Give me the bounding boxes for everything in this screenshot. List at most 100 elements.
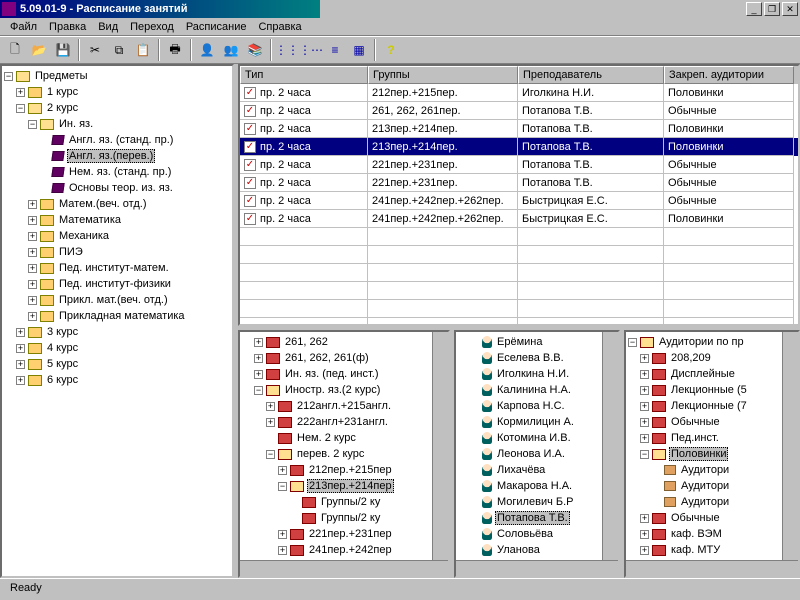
subjects-tree[interactable]: −Предметы+1 курс−2 курс−Ин. яз.Англ. яз.… — [0, 64, 234, 578]
group-node[interactable]: +221пер.+231пер — [242, 526, 446, 542]
tree-course[interactable]: +3 курс — [4, 324, 230, 340]
tree-dept[interactable]: +Математика — [4, 212, 230, 228]
rooms-tree[interactable]: −Аудитории по пр+208,209+Дисплейные+Лекц… — [624, 330, 800, 578]
teacher-node[interactable]: Карпова Н.С. — [458, 398, 616, 414]
cut-icon[interactable]: ✂ — [84, 39, 106, 61]
room-item[interactable]: Аудитори — [628, 462, 796, 478]
room-category[interactable]: +208,209 — [628, 350, 796, 366]
grid-row[interactable]: ✓пр. 2 часа212пер.+215пер.Иголкина Н.И.П… — [240, 84, 798, 102]
tree-course[interactable]: +5 курс — [4, 356, 230, 372]
group-node[interactable]: +212пер.+215пер — [242, 462, 446, 478]
details-icon[interactable]: ▦ — [348, 39, 370, 61]
column-header[interactable]: Закреп. аудитории — [664, 66, 794, 84]
menu-help[interactable]: Справка — [252, 20, 307, 34]
teacher-node[interactable]: Потапова Т.В. — [458, 510, 616, 526]
room-category[interactable]: −Половинки — [628, 446, 796, 462]
teacher-node[interactable]: Соловьёва — [458, 526, 616, 542]
person1-icon[interactable]: 👤 — [196, 39, 218, 61]
tree-dept[interactable]: +Пед. институт-физики — [4, 276, 230, 292]
tree-dept[interactable]: +Пед. институт-матем. — [4, 260, 230, 276]
group-node[interactable]: −перев. 2 курс — [242, 446, 446, 462]
teacher-node[interactable]: Лихачёва — [458, 462, 616, 478]
list3-icon[interactable]: ≡ — [324, 39, 346, 61]
tree-dept[interactable]: +Прикладная математика — [4, 308, 230, 324]
print-icon[interactable]: 🖶 — [164, 39, 186, 61]
tree-subject[interactable]: Англ. яз.(перев.) — [4, 148, 230, 164]
groups-tree[interactable]: +261, 262+261, 262, 261(ф)+Ин. яз. (пед.… — [238, 330, 450, 578]
room-category[interactable]: +каф. ВЭМ — [628, 526, 796, 542]
tree-root[interactable]: −Предметы — [4, 68, 230, 84]
room-category[interactable]: +Пед.инст. — [628, 430, 796, 446]
teacher-node[interactable]: Макарова Н.А. — [458, 478, 616, 494]
maximize-button[interactable]: ❐ — [764, 2, 780, 16]
grid-row[interactable]: ✓пр. 2 часа241пер.+242пер.+262пер.Быстри… — [240, 210, 798, 228]
group-node[interactable]: +212англ.+215англ. — [242, 398, 446, 414]
open-icon[interactable]: 📂 — [28, 39, 50, 61]
group-node[interactable]: +222англ+231англ. — [242, 414, 446, 430]
teacher-node[interactable]: Кормилицин А. — [458, 414, 616, 430]
menu-file[interactable]: Файл — [4, 20, 43, 34]
menu-view[interactable]: Вид — [92, 20, 124, 34]
column-header[interactable]: Тип — [240, 66, 368, 84]
group-node[interactable]: Группы/2 ку — [242, 510, 446, 526]
group-node[interactable]: Группы/2 ку — [242, 494, 446, 510]
tree-course[interactable]: +1 курс — [4, 84, 230, 100]
help-icon[interactable]: ? — [380, 39, 402, 61]
group-node[interactable]: −Иностр. яз.(2 курс) — [242, 382, 446, 398]
teacher-node[interactable]: Уланова — [458, 542, 616, 558]
list2-icon[interactable]: ⋮⋯ — [300, 39, 322, 61]
tree-dept[interactable]: +Прикл. мат.(веч. отд.) — [4, 292, 230, 308]
group-node[interactable]: +Ин. яз. (пед. инст.) — [242, 366, 446, 382]
room-category[interactable]: +Лекционные (7 — [628, 398, 796, 414]
room-category[interactable]: +Обычные — [628, 414, 796, 430]
menu-goto[interactable]: Переход — [124, 20, 180, 34]
teacher-node[interactable]: Ерёмина — [458, 334, 616, 350]
books-icon[interactable]: 📚 — [244, 39, 266, 61]
grid-row[interactable]: ✓пр. 2 часа241пер.+242пер.+262пер.Быстри… — [240, 192, 798, 210]
group-node[interactable]: Нем. 2 курс — [242, 430, 446, 446]
grid-row[interactable]: ✓пр. 2 часа261, 262, 261пер.Потапова Т.В… — [240, 102, 798, 120]
tree-subject[interactable]: Основы теор. из. яз. — [4, 180, 230, 196]
save-icon[interactable]: 💾 — [52, 39, 74, 61]
tree-dept[interactable]: +ПИЭ — [4, 244, 230, 260]
grid-row[interactable]: ✓пр. 2 часа221пер.+231пер.Потапова Т.В.О… — [240, 174, 798, 192]
room-category[interactable]: +Дисплейные — [628, 366, 796, 382]
group-node[interactable]: +241пер.+242пер — [242, 542, 446, 558]
tree-dept[interactable]: +Механика — [4, 228, 230, 244]
teacher-node[interactable]: Могилевич Б.Р — [458, 494, 616, 510]
teacher-node[interactable]: Еселева В.В. — [458, 350, 616, 366]
teacher-node[interactable]: Калинина Н.А. — [458, 382, 616, 398]
room-item[interactable]: Аудитори — [628, 494, 796, 510]
tree-dept[interactable]: +Матем.(веч. отд.) — [4, 196, 230, 212]
list1-icon[interactable]: ⋮⋮ — [276, 39, 298, 61]
column-header[interactable]: Группы — [368, 66, 518, 84]
menu-edit[interactable]: Правка — [43, 20, 92, 34]
tree-subject[interactable]: Нем. яз. (станд. пр.) — [4, 164, 230, 180]
tree-course[interactable]: +6 курс — [4, 372, 230, 388]
teachers-tree[interactable]: ЕрёминаЕселева В.В.Иголкина Н.И.Калинина… — [454, 330, 620, 578]
column-header[interactable]: Преподаватель — [518, 66, 664, 84]
group-node[interactable]: +261, 262 — [242, 334, 446, 350]
group-node[interactable]: +261, 262, 261(ф) — [242, 350, 446, 366]
teacher-node[interactable]: Леонова И.А. — [458, 446, 616, 462]
lessons-grid[interactable]: ТипГруппыПреподавательЗакреп. аудитории✓… — [238, 64, 800, 326]
menu-schedule[interactable]: Расписание — [180, 20, 253, 34]
minimize-button[interactable]: _ — [746, 2, 762, 16]
grid-row[interactable]: ✓пр. 2 часа213пер.+214пер.Потапова Т.В.П… — [240, 138, 798, 156]
room-category[interactable]: +Обычные — [628, 510, 796, 526]
room-category[interactable]: +каф. МТУ — [628, 542, 796, 558]
tree-subject[interactable]: Англ. яз. (станд. пр.) — [4, 132, 230, 148]
tree-dept[interactable]: −Ин. яз. — [4, 116, 230, 132]
paste-icon[interactable]: 📋 — [132, 39, 154, 61]
room-category[interactable]: +Лекционные (5 — [628, 382, 796, 398]
close-button[interactable]: ✕ — [782, 2, 798, 16]
tree-course[interactable]: +4 курс — [4, 340, 230, 356]
grid-row[interactable]: ✓пр. 2 часа213пер.+214пер.Потапова Т.В.П… — [240, 120, 798, 138]
copy-icon[interactable]: ⧉ — [108, 39, 130, 61]
grid-row[interactable]: ✓пр. 2 часа221пер.+231пер.Потапова Т.В.О… — [240, 156, 798, 174]
group-node[interactable]: −213пер.+214пер — [242, 478, 446, 494]
teacher-node[interactable]: Котомина И.В. — [458, 430, 616, 446]
new-icon[interactable]: 🗋 — [4, 39, 26, 61]
person2-icon[interactable]: 👥 — [220, 39, 242, 61]
tree-course[interactable]: −2 курс — [4, 100, 230, 116]
